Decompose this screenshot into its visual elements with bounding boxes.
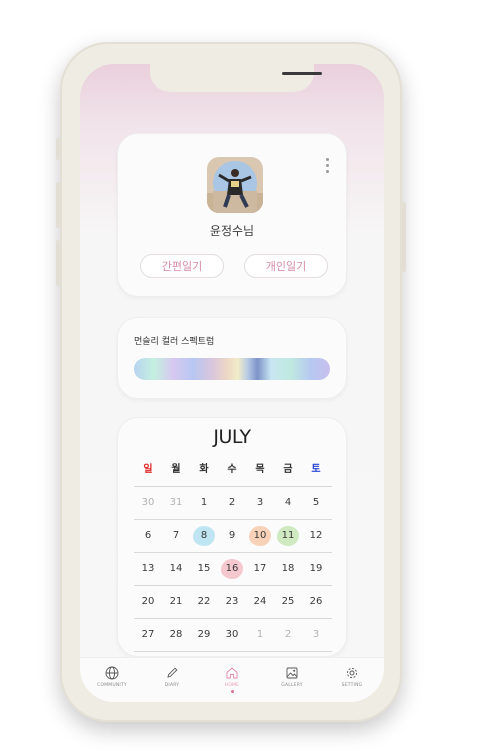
- calendar-day[interactable]: 26: [302, 592, 330, 612]
- tab-label-community: COMMUNITY: [97, 683, 127, 688]
- calendar-row-divider: [134, 585, 332, 586]
- quick-diary-button[interactable]: 간편일기: [140, 254, 224, 278]
- color-spectrum-bar[interactable]: [134, 358, 330, 380]
- calendar-day[interactable]: 27: [134, 625, 162, 645]
- calendar-day[interactable]: 10: [246, 526, 274, 546]
- calendar-row-divider: [134, 519, 332, 520]
- screen: 윤정수님 간편일기 개인일기 먼슬리 컬러 스펙트럼 JULY 일 월 화 수 목 금 토 3…: [80, 64, 384, 702]
- side-button-volume-down: [56, 240, 60, 286]
- tab-label-gallery: GALLERY: [281, 683, 303, 688]
- globe-icon: [105, 666, 119, 680]
- calendar-day[interactable]: 13: [134, 559, 162, 579]
- home-icon: [226, 667, 238, 679]
- active-tab-indicator: [230, 690, 234, 693]
- calendar-day[interactable]: 6: [134, 526, 162, 546]
- profile-card: 윤정수님 간편일기 개인일기: [118, 134, 346, 296]
- calendar-day[interactable]: 5: [302, 493, 330, 513]
- username: 윤정수님: [209, 224, 255, 238]
- tab-setting[interactable]: SETTING: [324, 666, 380, 688]
- phone-frame: 윤정수님 간편일기 개인일기 먼슬리 컬러 스펙트럼 JULY 일 월 화 수 목 금 토 3…: [56, 42, 406, 722]
- calendar-day[interactable]: 15: [190, 559, 218, 579]
- weekday-header: 월: [171, 464, 181, 475]
- tab-bar: COMMUNITY DIARY HOME GALLERY SETTING: [80, 657, 384, 702]
- calendar-day[interactable]: 20: [134, 592, 162, 612]
- weekday-header: 목: [255, 464, 265, 475]
- calendar-day[interactable]: 30: [134, 493, 162, 513]
- gear-icon: [346, 667, 358, 679]
- weekday-header: 토: [311, 464, 321, 475]
- pencil-icon: [167, 667, 178, 678]
- calendar-day[interactable]: 21: [162, 592, 190, 612]
- side-button-volume-up: [56, 182, 60, 228]
- speaker: [282, 72, 322, 75]
- calendar-row-divider: [134, 552, 332, 553]
- weekday-header: 금: [283, 464, 293, 475]
- calendar-day[interactable]: 24: [246, 592, 274, 612]
- calendar-day[interactable]: 17: [246, 559, 274, 579]
- side-button-silent: [56, 138, 60, 160]
- calendar-day[interactable]: 14: [162, 559, 190, 579]
- weekday-header: 수: [227, 464, 237, 475]
- side-button-power: [402, 202, 406, 272]
- calendar-day[interactable]: 18: [274, 559, 302, 579]
- personal-diary-button[interactable]: 개인일기: [244, 254, 328, 278]
- calendar-day[interactable]: 11: [274, 526, 302, 546]
- calendar-day[interactable]: 25: [274, 592, 302, 612]
- calendar-row-divider: [134, 651, 332, 652]
- calendar-day[interactable]: 1: [190, 493, 218, 513]
- tab-label-setting: SETTING: [341, 683, 363, 688]
- calendar-month: JULY: [213, 426, 251, 448]
- spectrum-title: 먼슬리 컬러 스펙트럼: [134, 337, 215, 347]
- calendar-card: JULY 일 월 화 수 목 금 토 30 31 1 2 3 4 5 6 7 8 9 10 11 12 13 14 15 16 1…: [118, 418, 346, 656]
- avatar[interactable]: [207, 157, 263, 213]
- calendar-day[interactable]: 9: [218, 526, 246, 546]
- calendar-day[interactable]: 19: [302, 559, 330, 579]
- tab-label-diary: DIARY: [164, 683, 180, 688]
- tab-home[interactable]: HOME: [204, 666, 260, 693]
- calendar-row-divider: [134, 618, 332, 619]
- weekday-header: 일: [143, 464, 153, 475]
- tab-diary[interactable]: DIARY: [144, 666, 200, 688]
- calendar-day[interactable]: 28: [162, 625, 190, 645]
- calendar-day[interactable]: 31: [162, 493, 190, 513]
- calendar-day[interactable]: 22: [190, 592, 218, 612]
- image-icon: [286, 667, 298, 679]
- calendar-row-divider: [134, 486, 332, 487]
- calendar-day[interactable]: 8: [190, 526, 218, 546]
- weekday-header: 화: [199, 464, 209, 475]
- tab-gallery[interactable]: GALLERY: [264, 666, 320, 688]
- notch: [150, 64, 322, 92]
- calendar-day[interactable]: 12: [302, 526, 330, 546]
- calendar-day[interactable]: 2: [274, 625, 302, 645]
- tab-community[interactable]: COMMUNITY: [84, 666, 140, 688]
- more-options-icon[interactable]: [326, 158, 330, 176]
- calendar-day[interactable]: 4: [274, 493, 302, 513]
- color-spectrum-card: 먼슬리 컬러 스펙트럼: [118, 318, 346, 398]
- tab-label-home: HOME: [224, 683, 240, 688]
- calendar-day[interactable]: 3: [246, 493, 274, 513]
- calendar-day[interactable]: 29: [190, 625, 218, 645]
- calendar-day[interactable]: 7: [162, 526, 190, 546]
- calendar-day[interactable]: 16: [218, 559, 246, 579]
- calendar-day[interactable]: 23: [218, 592, 246, 612]
- calendar-day[interactable]: 2: [218, 493, 246, 513]
- calendar-day[interactable]: 1: [246, 625, 274, 645]
- calendar-day[interactable]: 30: [218, 625, 246, 645]
- calendar-day[interactable]: 3: [302, 625, 330, 645]
